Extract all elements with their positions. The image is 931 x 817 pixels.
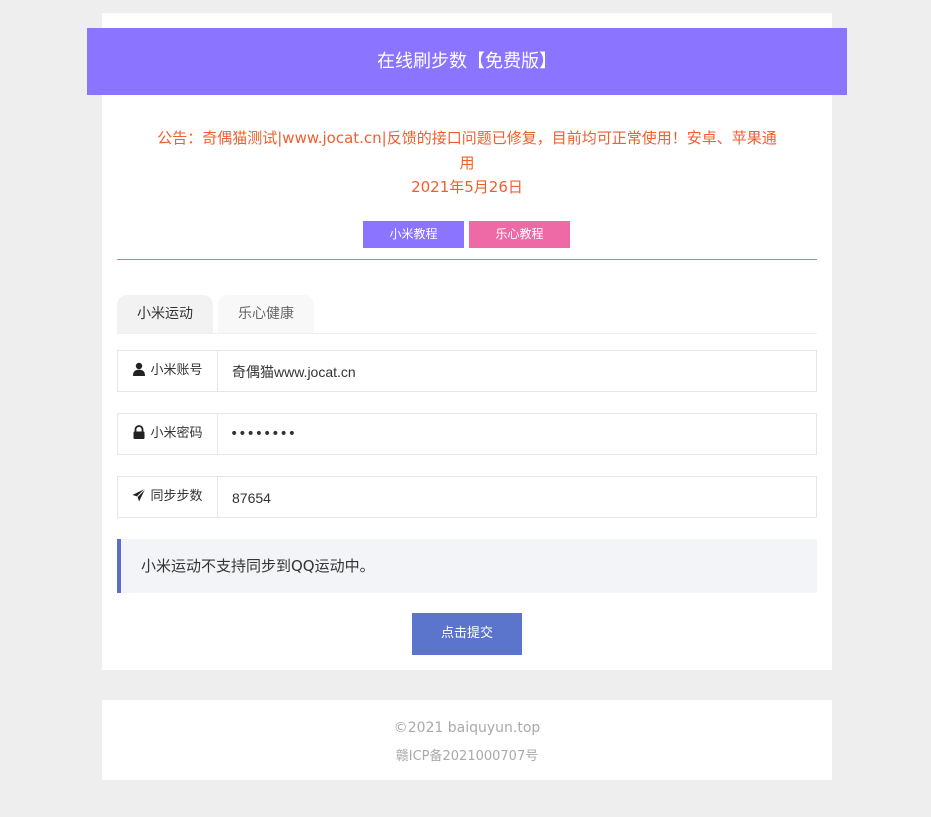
announcement-text: 公告：奇偶猫测试|www.jocat.cn|反馈的接口问题已修复，目前均可正常使… <box>157 129 777 147</box>
lock-icon <box>132 416 146 439</box>
tab-xiaomi-sport[interactable]: 小米运动 <box>117 295 213 333</box>
account-row: 小米账号 <box>117 350 817 393</box>
footer: ©2021 baiquyun.top 赣ICP备2021000707号 <box>102 700 832 780</box>
tip-text: 小米运动不支持同步到QQ运动中。 <box>141 557 375 575</box>
account-addon: 小米账号 <box>118 351 218 391</box>
account-label: 小米账号 <box>150 363 203 378</box>
steps-row: 同步步数 <box>117 476 817 519</box>
password-addon: 小米密码 <box>118 414 218 454</box>
tab-lexin-health[interactable]: 乐心健康 <box>218 295 314 333</box>
steps-addon: 同步步数 <box>118 477 218 517</box>
submit-button[interactable]: 点击提交 <box>412 613 522 655</box>
password-label: 小米密码 <box>150 426 203 441</box>
user-icon <box>132 353 146 376</box>
page-title: 在线刷步数【免费版】 <box>87 28 847 95</box>
tip-accent-bar <box>117 539 121 593</box>
password-row: 小米密码 •••••••• <box>117 413 817 455</box>
send-icon <box>132 479 147 502</box>
announcement-text-continued: 用 <box>459 153 475 172</box>
footer-icp[interactable]: 赣ICP备2021000707号 <box>102 745 832 764</box>
divider <box>117 259 817 260</box>
lexin-tutorial-button[interactable]: 乐心教程 <box>469 221 570 248</box>
tabs-underline <box>117 333 817 334</box>
steps-input[interactable] <box>230 477 804 519</box>
footer-copyright: ©2021 baiquyun.top <box>393 720 541 736</box>
announcement-date: 2021年5月26日 <box>411 178 523 196</box>
account-input[interactable] <box>230 351 804 393</box>
password-input[interactable]: •••••••• <box>230 414 800 454</box>
announcement: 公告：奇偶猫测试|www.jocat.cn|反馈的接口问题已修复，目前均可正常使… <box>132 126 802 200</box>
tip-box: 小米运动不支持同步到QQ运动中。 <box>117 539 817 593</box>
xiaomi-tutorial-button[interactable]: 小米教程 <box>363 221 464 248</box>
steps-label: 同步步数 <box>150 489 203 504</box>
